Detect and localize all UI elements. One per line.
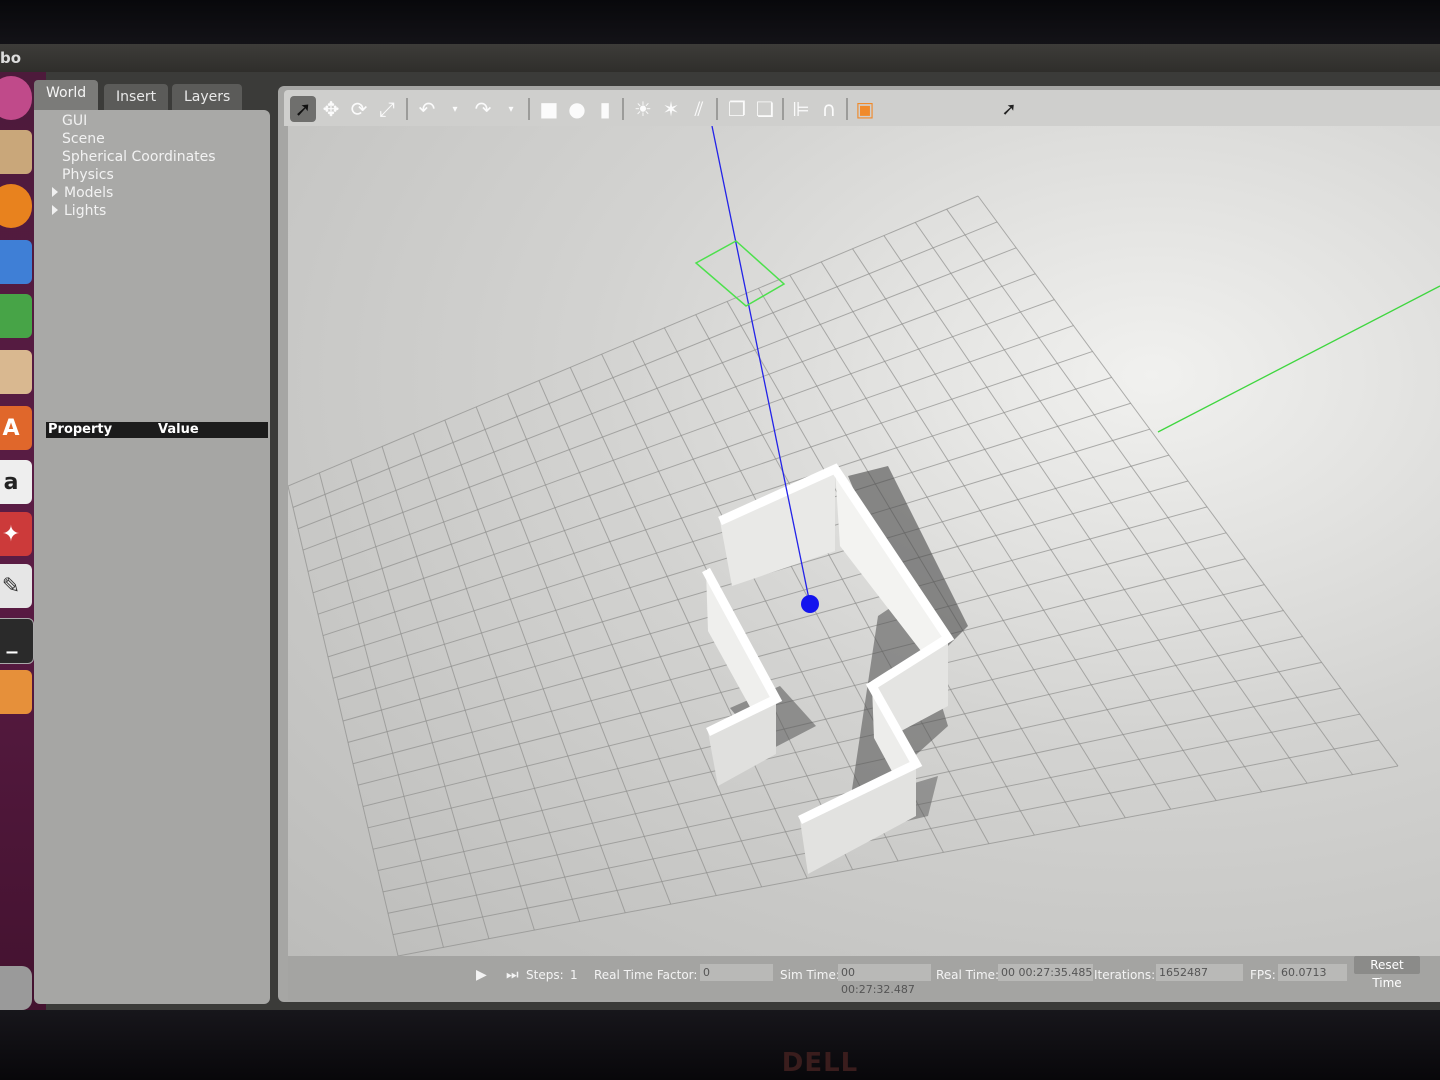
property-panel: Property Value: [34, 420, 270, 1004]
toolbar: ➚ ✥ ⟳ ⤢ ↶ ▾ ↷ ▾ ■ ● ▮ ☀ ✶ ⫽ ❐ ❏ ⊫ ∩ ▣ ➚: [284, 90, 1440, 126]
terminal-icon[interactable]: _: [0, 618, 34, 664]
snap-icon[interactable]: ∩: [816, 96, 842, 122]
world-tree: GUI Scene Spherical Coordinates Physics …: [34, 110, 270, 428]
tree-item-physics[interactable]: Physics: [62, 167, 114, 183]
sim-time-value: 00 00:27:32.487: [838, 964, 931, 996]
panel-tabs: World Insert Layers: [34, 80, 270, 112]
real-time-value: 00 00:27:35.485: [998, 964, 1093, 981]
monitor-bezel-bottom: [0, 1010, 1440, 1080]
real-time-label: Real Time:: [936, 968, 1000, 982]
reset-time-button[interactable]: Reset Time: [1354, 956, 1420, 990]
spot-light-icon[interactable]: ✶: [658, 96, 684, 122]
expand-arrow-icon[interactable]: [52, 187, 58, 197]
trash-icon[interactable]: [0, 966, 32, 1010]
sphere-icon[interactable]: ●: [564, 96, 590, 122]
gazebo-icon[interactable]: [0, 670, 32, 714]
tab-layers[interactable]: Layers: [172, 84, 243, 112]
steps-value[interactable]: 1: [570, 968, 578, 982]
undo-icon[interactable]: ↶: [414, 96, 440, 122]
calc-icon[interactable]: [0, 294, 32, 338]
ubuntu-icon[interactable]: [0, 76, 32, 120]
undo-history-icon[interactable]: ▾: [442, 96, 468, 122]
cylinder-icon[interactable]: ▮: [592, 96, 618, 122]
step-icon[interactable]: ⏭: [506, 967, 519, 983]
amazon-icon[interactable]: a: [0, 460, 32, 504]
redo-icon[interactable]: ↷: [470, 96, 496, 122]
tree-item-scene[interactable]: Scene: [62, 131, 105, 147]
iterations-value: 1652487: [1156, 964, 1243, 981]
tree-item-spherical-coordinates[interactable]: Spherical Coordinates: [62, 149, 216, 165]
play-icon[interactable]: ▶: [476, 967, 487, 983]
box-icon[interactable]: ■: [536, 96, 562, 122]
align-icon[interactable]: ⊫: [788, 96, 814, 122]
scene-render: [288, 126, 1440, 956]
view-angle-icon[interactable]: ▣: [852, 96, 878, 122]
tree-item-label: Lights: [64, 203, 107, 219]
redo-history-icon[interactable]: ▾: [498, 96, 524, 122]
impress-icon[interactable]: [0, 350, 32, 394]
y-axis-line: [1157, 285, 1440, 433]
sim-time-label: Sim Time:: [780, 968, 840, 982]
tab-insert[interactable]: Insert: [104, 84, 169, 112]
writer-icon[interactable]: [0, 240, 32, 284]
status-bar: ▶ ⏭ Steps: 1 Real Time Factor: 0 Sim Tim…: [288, 956, 1440, 1000]
iterations-label: Iterations:: [1094, 968, 1156, 982]
mouse-cursor-icon: ➚: [1001, 98, 1017, 120]
expand-arrow-icon[interactable]: [52, 205, 58, 215]
rtf-value: 0: [700, 964, 773, 981]
fps-label: FPS:: [1250, 968, 1276, 982]
property-table-header: Property Value: [46, 422, 268, 438]
robot-marker[interactable]: [801, 595, 819, 613]
toolbar-separator: [528, 98, 530, 120]
tree-item-lights[interactable]: Lights: [52, 203, 106, 219]
window-title: bo: [0, 49, 22, 67]
fps-value: 60.0713: [1278, 964, 1347, 981]
tree-item-label: Models: [64, 185, 114, 201]
translate-mode-icon[interactable]: ✥: [318, 96, 344, 122]
paste-icon[interactable]: ❏: [752, 96, 778, 122]
copy-icon[interactable]: ❐: [724, 96, 750, 122]
scale-mode-icon[interactable]: ⤢: [374, 96, 400, 122]
tab-world[interactable]: World: [34, 80, 99, 112]
tree-item-models[interactable]: Models: [52, 185, 113, 201]
value-column-header[interactable]: Value: [158, 422, 199, 437]
property-column-header[interactable]: Property: [48, 422, 112, 437]
select-mode-icon[interactable]: ➚: [290, 96, 316, 122]
window-titlebar: bo: [0, 44, 1440, 74]
text-editor-icon[interactable]: ✎: [0, 564, 32, 608]
software-center-icon[interactable]: A: [0, 406, 32, 450]
firefox-icon[interactable]: [0, 184, 32, 228]
monitor-bezel-top: [0, 0, 1440, 48]
scene-viewport[interactable]: [288, 126, 1440, 956]
directional-light-icon[interactable]: ⫽: [686, 96, 712, 122]
settings-icon[interactable]: ✦: [0, 512, 32, 556]
files-icon[interactable]: [0, 130, 32, 174]
toolbar-separator: [846, 98, 848, 120]
toolbar-separator: [622, 98, 624, 120]
steps-label: Steps:: [526, 968, 564, 982]
toolbar-separator: [406, 98, 408, 120]
rotate-mode-icon[interactable]: ⟳: [346, 96, 372, 122]
left-panel: World Insert Layers GUI Scene Spherical …: [34, 80, 270, 1004]
toolbar-separator: [716, 98, 718, 120]
toolbar-separator: [782, 98, 784, 120]
point-light-icon[interactable]: ☀: [630, 96, 656, 122]
monitor-brand-logo: DELL: [781, 1048, 859, 1078]
rtf-label: Real Time Factor:: [594, 968, 698, 982]
tree-item-gui[interactable]: GUI: [62, 113, 87, 129]
